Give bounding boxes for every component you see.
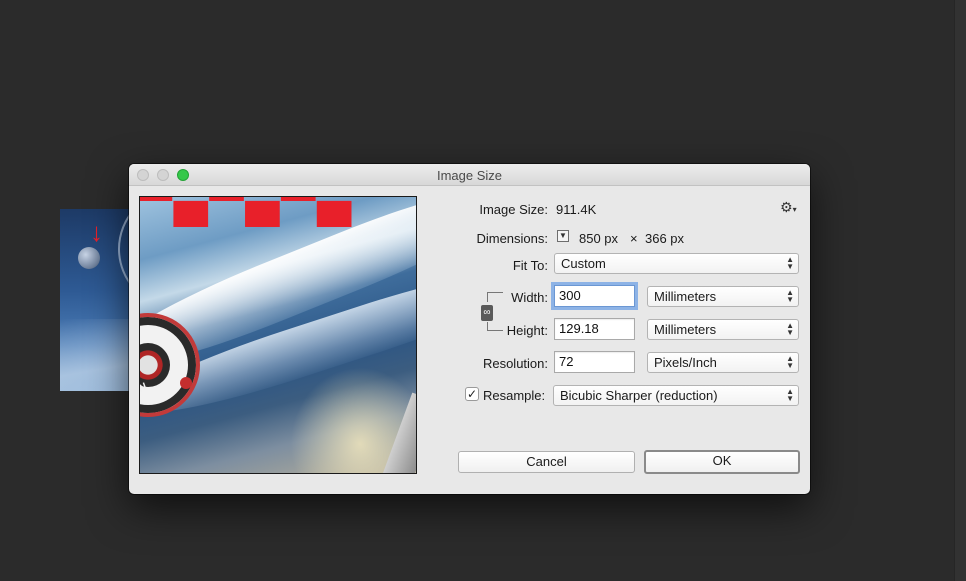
- dialog-titlebar: Image Size: [129, 164, 810, 186]
- preview-artwork-lettering: ▀▄▀▄▀▄: [139, 196, 354, 227]
- width-unit-value: Millimeters: [654, 289, 717, 304]
- dialog-title: Image Size: [436, 168, 503, 183]
- height-unit-select[interactable]: Millimeters ▲ ▼: [647, 319, 799, 340]
- image-size-value: 911.4K: [556, 202, 597, 217]
- up-down-chevron-icon: ▲ ▼: [786, 354, 794, 370]
- width-unit-select[interactable]: Millimeters ▲ ▼: [647, 286, 799, 307]
- fit-to-select[interactable]: Custom ▲ ▼: [554, 253, 799, 274]
- resolution-label: Resolution:: [482, 356, 548, 371]
- emblem-dot: [180, 377, 192, 389]
- resolution-input[interactable]: 72: [554, 351, 635, 373]
- width-label: Width:: [511, 290, 548, 305]
- up-down-chevron-icon: ▲ ▼: [786, 387, 794, 403]
- height-input[interactable]: 129.18: [554, 318, 635, 340]
- panel-edge: [954, 0, 966, 581]
- fit-to-label: Fit To:: [512, 258, 548, 273]
- resolution-unit-value: Pixels/Inch: [654, 355, 717, 370]
- width-input[interactable]: 300: [554, 285, 635, 307]
- resample-label: Resample:: [483, 388, 546, 403]
- artwork-arrow: ↓: [90, 217, 103, 247]
- dimensions-width: 850 px: [579, 231, 619, 246]
- checkmark-icon: ✓: [466, 387, 478, 401]
- up-down-chevron-icon: ▲ ▼: [786, 288, 794, 304]
- resample-checkbox[interactable]: ✓: [465, 387, 479, 401]
- resample-value: Bicubic Sharper (reduction): [560, 388, 718, 403]
- fit-to-value: Custom: [561, 256, 606, 271]
- planet: [78, 247, 100, 269]
- image-size-dialog: Image Size ▀▄▀▄▀▄ EGION Image Size: 911.…: [129, 164, 810, 494]
- chain-link-icon[interactable]: ∞: [481, 305, 493, 321]
- cancel-button[interactable]: Cancel: [458, 451, 635, 473]
- dimensions-separator: ×: [630, 231, 638, 246]
- height-label: Height:: [506, 323, 548, 338]
- dimensions-label: Dimensions:: [476, 231, 548, 246]
- image-preview[interactable]: ▀▄▀▄▀▄ EGION: [139, 196, 417, 474]
- image-size-label: Image Size:: [479, 202, 548, 217]
- dropdown-triangle-icon[interactable]: ▼: [557, 230, 569, 242]
- ok-button[interactable]: OK: [644, 450, 800, 474]
- height-unit-value: Millimeters: [654, 322, 717, 337]
- up-down-chevron-icon: ▲ ▼: [786, 255, 794, 271]
- up-down-chevron-icon: ▲ ▼: [786, 321, 794, 337]
- resample-select[interactable]: Bicubic Sharper (reduction) ▲ ▼: [553, 385, 799, 406]
- gear-icon[interactable]: ⚙▾: [780, 199, 797, 216]
- dimensions-height: 366 px: [645, 231, 685, 246]
- resolution-unit-select[interactable]: Pixels/Inch ▲ ▼: [647, 352, 799, 373]
